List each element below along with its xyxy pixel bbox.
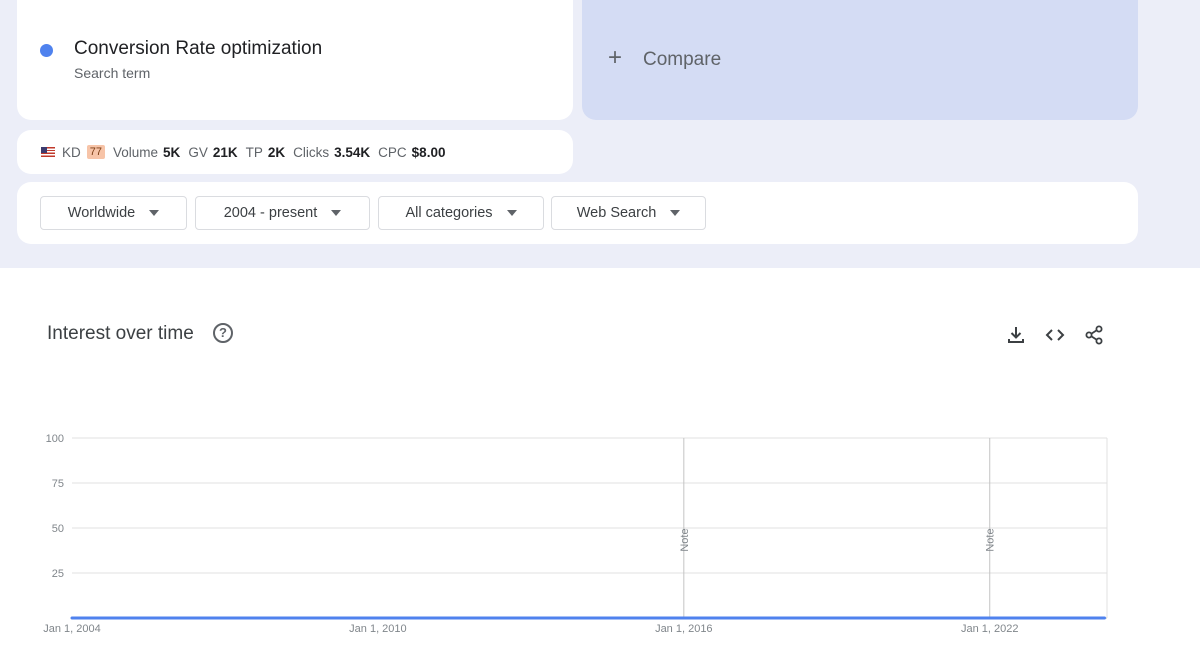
compare-button[interactable]: + Compare	[582, 0, 1138, 120]
time-range-dropdown-label: 2004 - present	[223, 205, 318, 221]
x-tick-label-3: Jan 1, 2022	[961, 623, 1019, 635]
region-dropdown-label: Worldwide	[67, 205, 136, 221]
caret-down-icon	[670, 210, 681, 216]
region-dropdown[interactable]: Worldwide	[40, 196, 187, 230]
y-tick-label-100: 100	[46, 433, 64, 445]
interest-over-time-card: Interest over time ? 25 50 75 100 Jan 1, 200…	[17, 292, 1138, 669]
y-tick-label-50: 50	[52, 523, 64, 535]
clicks-value: 3.54K	[334, 144, 371, 160]
tp-value: 2K	[267, 144, 286, 160]
x-tick-label-0: Jan 1, 2004	[43, 623, 101, 635]
keyword-metrics-bar: KD 77 Volume 5K GV 21K TP 2K Clicks 3.54…	[17, 130, 573, 174]
y-tick-label-75: 75	[52, 478, 64, 490]
x-tick-label-1: Jan 1, 2010	[349, 623, 407, 635]
kd-label: KD	[62, 144, 81, 160]
category-dropdown[interactable]: All categories	[378, 196, 544, 230]
search-type-dropdown[interactable]: Web Search	[551, 196, 706, 230]
category-dropdown-label: All categories	[405, 205, 493, 221]
search-term-subtitle: Search term	[74, 65, 151, 81]
clicks-label: Clicks	[293, 144, 330, 160]
cpc-label: CPC	[378, 144, 407, 160]
time-range-dropdown[interactable]: 2004 - present	[195, 196, 370, 230]
caret-down-icon	[331, 210, 342, 216]
search-term-card[interactable]: Conversion Rate optimization Search term	[17, 0, 573, 120]
tp-label: TP	[245, 144, 263, 160]
compare-label: Compare	[643, 49, 722, 70]
volume-label: Volume	[113, 144, 159, 160]
x-tick-label-2: Jan 1, 2016	[655, 623, 713, 635]
note-label-1: Note	[985, 528, 997, 551]
gv-value: 21K	[212, 144, 238, 160]
us-flag-icon	[41, 147, 55, 157]
note-label-0: Note	[679, 528, 691, 551]
caret-down-icon	[149, 210, 160, 216]
cpc-value: $8.00	[411, 144, 446, 160]
kd-badge: 77	[86, 145, 106, 159]
search-term-title: Conversion Rate optimization	[74, 38, 323, 59]
filters-bar: Worldwide 2004 - present All categories …	[17, 182, 1138, 244]
interest-chart[interactable]: 25 50 75 100 Jan 1, 2004 Jan 1, 2010 Jan 1, 20…	[17, 292, 1138, 669]
series-color-dot	[40, 44, 53, 57]
y-tick-label-25: 25	[52, 568, 64, 580]
caret-down-icon	[506, 210, 517, 216]
plus-icon: +	[608, 44, 623, 71]
search-type-dropdown-label: Web Search	[576, 205, 657, 221]
volume-value: 5K	[163, 144, 181, 160]
gv-label: GV	[188, 144, 208, 160]
